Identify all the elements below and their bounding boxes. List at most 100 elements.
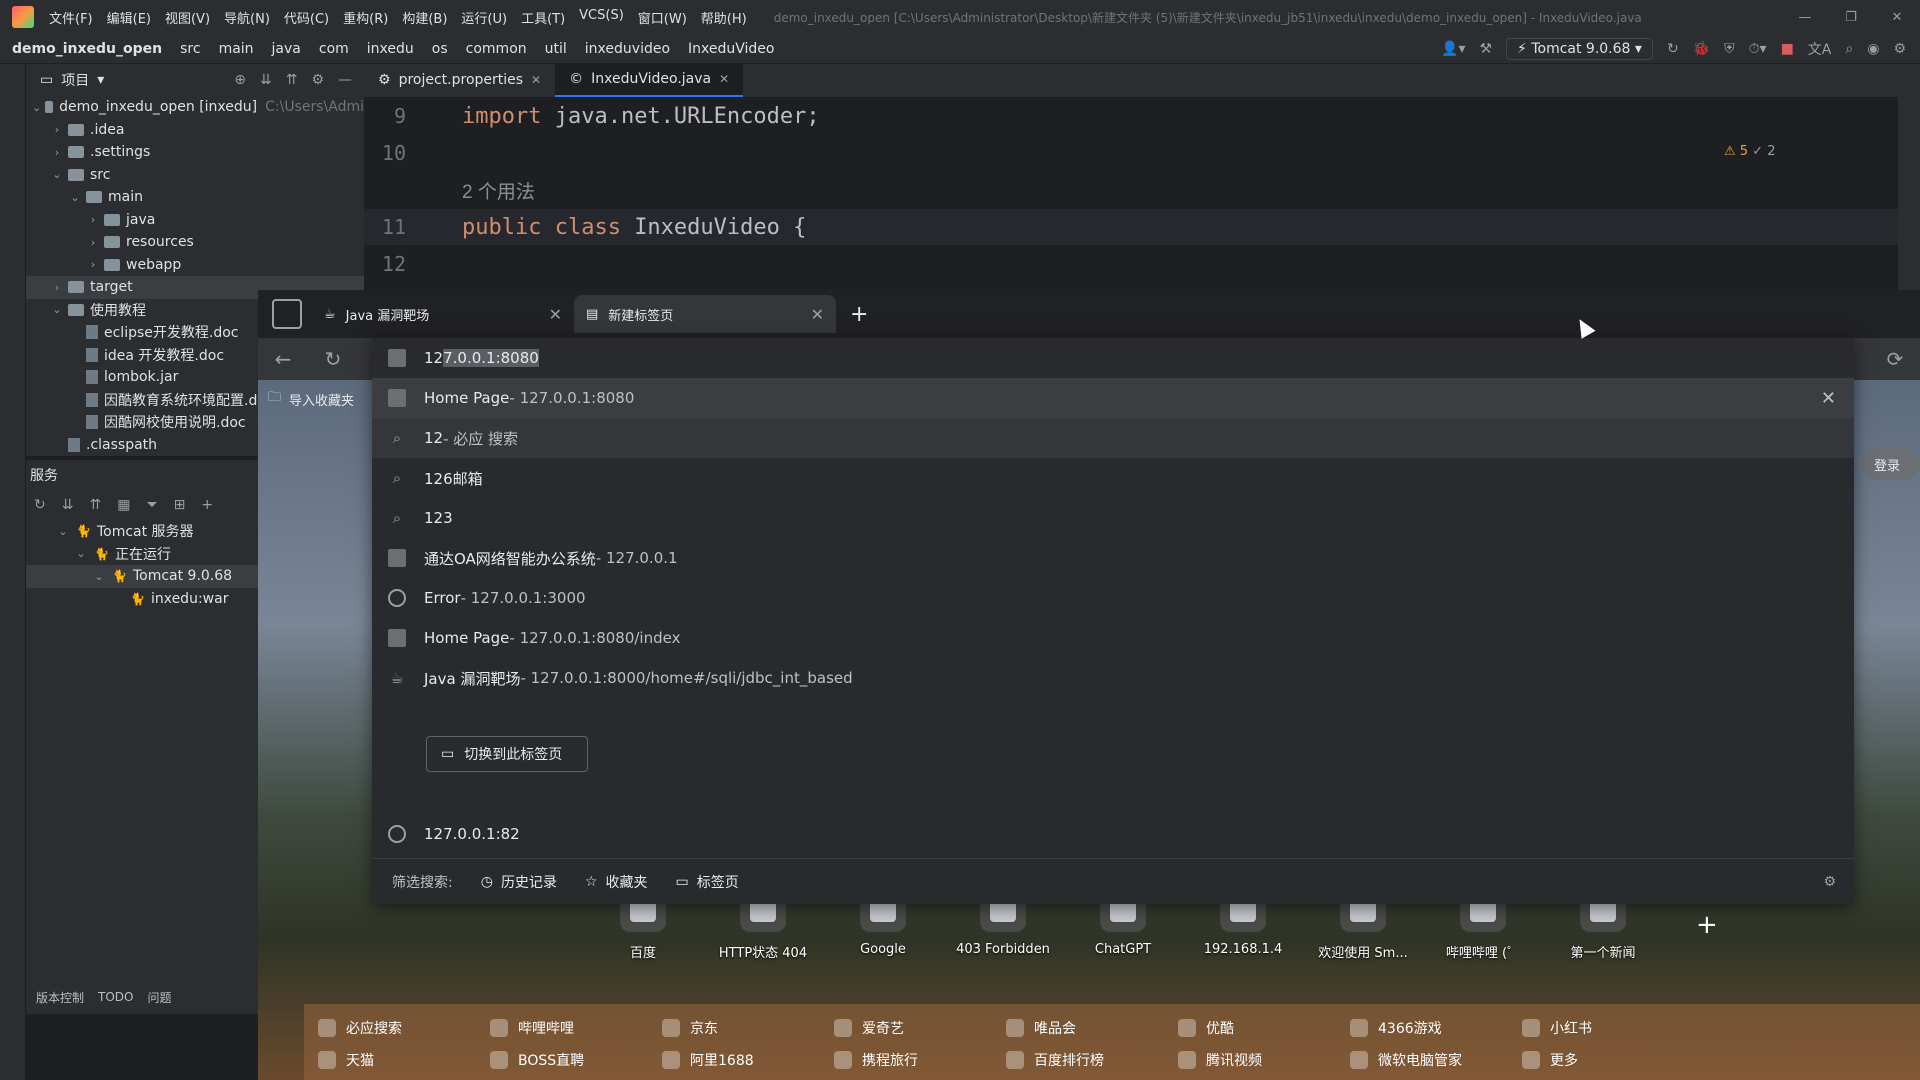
menu-item[interactable]: 代码(C) xyxy=(277,8,336,27)
code-area[interactable]: 9 import java.net.URLEncoder; 10 2 个用法 11 pub… xyxy=(364,98,1898,286)
tree-item[interactable]: › webapp xyxy=(26,254,364,277)
suggestion-item[interactable]: ⌕ 126邮箱 xyxy=(372,458,1854,498)
stop-icon[interactable]: ■ xyxy=(1781,41,1794,57)
suggestion-item[interactable]: 通达OA网络智能办公系统 - 127.0.0.1 xyxy=(372,538,1854,578)
tree-item[interactable]: ⌄ main xyxy=(26,186,364,209)
suggestion-item[interactable]: 127.0.0.1:82 xyxy=(372,814,1854,854)
add-quick-link-icon[interactable]: + xyxy=(1696,910,1718,940)
tree-item[interactable]: › .idea xyxy=(26,119,364,142)
chevron-right-icon[interactable]: › xyxy=(86,236,100,249)
shortcut-link[interactable]: 百度排行榜 xyxy=(1006,1050,1104,1070)
chevron-right-icon[interactable]: › xyxy=(50,281,64,294)
breadcrumb-item[interactable]: com xyxy=(310,41,358,57)
code-line[interactable]: 12 xyxy=(364,246,1898,282)
breadcrumb-item[interactable]: main xyxy=(210,41,263,57)
coverage-icon[interactable]: ⛨ xyxy=(1724,41,1735,57)
run-config-selector[interactable]: ⚡ Tomcat 9.0.68 ▾ xyxy=(1506,37,1653,60)
menu-item[interactable]: 编辑(E) xyxy=(100,8,158,27)
switch-to-tab-button[interactable]: ▭ 切换到此标签页 xyxy=(426,736,588,772)
menu-item[interactable]: 重构(R) xyxy=(336,8,395,27)
refresh-icon[interactable]: ↻ xyxy=(34,497,46,513)
breadcrumb-item[interactable]: inxeduvideo xyxy=(576,41,679,57)
shortcut-link[interactable]: 腾讯视频 xyxy=(1178,1050,1262,1070)
expand-icon[interactable]: ⇊ xyxy=(62,497,74,513)
breadcrumb-item[interactable]: inxedu xyxy=(358,41,423,57)
filter-favorites[interactable]: ☆ 收藏夹 xyxy=(585,872,648,892)
code-line[interactable]: 2 个用法 xyxy=(364,172,1898,208)
debug-icon[interactable]: 🐞 xyxy=(1693,41,1710,57)
suggestion-item[interactable]: Home Page - 127.0.0.1:8080/index xyxy=(372,618,1854,658)
chevron-down-icon[interactable]: ⌄ xyxy=(56,525,70,538)
expand-all-icon[interactable]: ⇊ xyxy=(260,72,272,88)
menu-item[interactable]: 构建(B) xyxy=(395,8,454,27)
shortcut-link[interactable]: 4366游戏 xyxy=(1350,1018,1442,1038)
service-item[interactable]: 🐈 inxedu:war xyxy=(26,588,268,611)
bottom-tab[interactable]: 版本控制 xyxy=(36,989,84,1006)
restore-icon[interactable]: ❐ xyxy=(1828,10,1874,25)
chevron-down-icon[interactable]: ▾ xyxy=(97,72,104,88)
breadcrumb-item[interactable]: common xyxy=(457,41,536,57)
ai-assistant-icon[interactable]: ◉ xyxy=(1867,41,1879,57)
shortcut-link[interactable]: 阿里1688 xyxy=(662,1050,754,1070)
collapse-all-icon[interactable]: ⇈ xyxy=(286,72,298,88)
gear-icon[interactable]: ⚙ xyxy=(311,72,324,88)
tree-item[interactable]: ⌄ demo_inxedu_open [inxedu] C:\Users\Admi xyxy=(26,96,364,119)
login-button[interactable]: 登录 xyxy=(1862,448,1920,480)
code-line[interactable]: 11 public class InxeduVideo { xyxy=(364,209,1898,245)
remove-suggestion-icon[interactable]: ✕ xyxy=(1821,388,1836,409)
bottom-tab[interactable]: 问题 xyxy=(147,989,171,1006)
breadcrumb-item[interactable]: java xyxy=(263,41,310,57)
code-line[interactable]: 10 xyxy=(364,135,1898,171)
chevron-down-icon[interactable]: ⌄ xyxy=(50,168,64,181)
group-icon[interactable]: ▦ xyxy=(117,497,130,513)
breadcrumb-item[interactable]: src xyxy=(171,41,209,57)
new-tab-icon[interactable]: ⊞ xyxy=(174,497,186,513)
editor-tab[interactable]: © InxeduVideo.java ✕ xyxy=(555,63,744,97)
shortcut-link[interactable]: 唯品会 xyxy=(1006,1018,1076,1038)
filter-icon[interactable]: ⏷ xyxy=(146,497,157,513)
chevron-down-icon[interactable]: ⌄ xyxy=(74,547,88,560)
code-line[interactable]: 9 import java.net.URLEncoder; xyxy=(364,98,1898,134)
chevron-down-icon[interactable]: ⌄ xyxy=(92,570,106,583)
service-item[interactable]: ⌄ 🐈 Tomcat 服务器 xyxy=(26,520,268,543)
rerun-icon[interactable]: ↻ xyxy=(1667,41,1679,57)
tree-item[interactable]: › .settings xyxy=(26,141,364,164)
menu-item[interactable]: VCS(S) xyxy=(572,8,631,27)
browser-tab[interactable]: ▤ 新建标签页 ✕ xyxy=(574,295,836,333)
omnibox-input-row[interactable]: 127.0.0.1:8080 xyxy=(372,338,1854,378)
omnibox-input[interactable]: 127.0.0.1:8080 xyxy=(424,349,539,367)
chevron-right-icon[interactable]: › xyxy=(86,213,100,226)
add-icon[interactable]: + xyxy=(201,497,213,513)
service-item[interactable]: ⌄ 🐈 正在运行 xyxy=(26,543,268,566)
tree-item[interactable]: › java xyxy=(26,209,364,232)
shortcut-link[interactable]: 哔哩哔哩 xyxy=(490,1018,574,1038)
search-icon[interactable]: ⌕ xyxy=(1845,41,1853,57)
suggestion-item[interactable]: Error - 127.0.0.1:3000 xyxy=(372,578,1854,618)
shortcut-link[interactable]: 更多 xyxy=(1522,1050,1578,1070)
shortcut-link[interactable]: 天猫 xyxy=(318,1050,374,1070)
shortcut-link[interactable]: 爱奇艺 xyxy=(834,1018,904,1038)
close-tab-icon[interactable]: ✕ xyxy=(549,305,562,324)
chevron-down-icon[interactable]: ⌄ xyxy=(32,101,41,114)
shortcut-link[interactable]: 必应搜索 xyxy=(318,1018,402,1038)
extensions-icon[interactable]: ⟳ xyxy=(1870,347,1920,371)
filter-tabs[interactable]: ▭ 标签页 xyxy=(676,872,739,892)
editor-tab[interactable]: ⚙ project.properties ✕ xyxy=(364,63,555,97)
shortcut-link[interactable]: BOSS直聘 xyxy=(490,1050,584,1070)
breadcrumb-item[interactable]: util xyxy=(536,41,576,57)
close-tab-icon[interactable]: ✕ xyxy=(811,305,824,324)
collapse-icon[interactable]: ⇈ xyxy=(89,497,101,513)
reload-icon[interactable]: ↻ xyxy=(308,347,358,371)
breadcrumb-item[interactable]: demo_inxedu_open xyxy=(0,41,171,57)
gear-icon[interactable]: ⚙ xyxy=(1823,874,1836,890)
chevron-right-icon[interactable]: › xyxy=(50,123,64,136)
close-window-icon[interactable]: ✕ xyxy=(1874,10,1920,25)
breadcrumb-item[interactable]: InxeduVideo xyxy=(679,41,783,57)
breadcrumb-item[interactable]: os xyxy=(423,41,457,57)
menu-item[interactable]: 运行(U) xyxy=(454,8,514,27)
shortcut-link[interactable]: 京东 xyxy=(662,1018,718,1038)
menu-item[interactable]: 帮助(H) xyxy=(694,8,754,27)
menu-item[interactable]: 文件(F) xyxy=(42,8,100,27)
profile-icon[interactable]: ⏱▾ xyxy=(1749,41,1767,57)
translate-icon[interactable]: 文A xyxy=(1808,39,1832,59)
